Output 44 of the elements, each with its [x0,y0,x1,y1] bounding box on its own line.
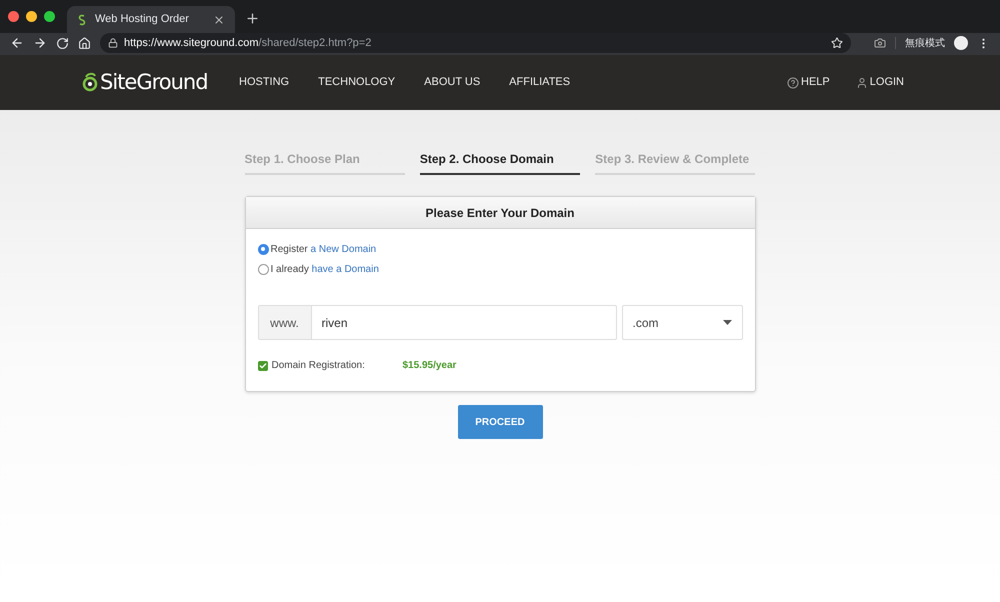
new-tab-icon[interactable] [245,11,260,26]
registration-price: $15.95/year [402,359,456,373]
radio-button[interactable] [258,244,268,254]
camera-icon[interactable] [874,37,886,49]
card-title: Please Enter Your Domain [246,197,754,229]
option-label: Register a New Domain [270,242,376,256]
tld-select[interactable]: .com [622,305,742,340]
maximize-window-icon[interactable] [44,11,55,22]
domain-input-field[interactable]: www. riven [258,305,616,340]
caret-icon [722,320,732,325]
login-link[interactable]: LOGIN [856,74,904,91]
domain-value: riven [320,314,348,332]
forward-icon[interactable] [33,36,47,50]
address-field[interactable]: https://www.siteground.com/shared/step2.htm?p=2 [100,33,851,53]
www-prefix: www. [258,306,312,339]
option-label: I already have a Domain [270,262,379,276]
incognito-label: 無痕模式 [905,36,945,50]
home-icon[interactable] [78,36,91,50]
nav-link[interactable]: HOSTING [239,74,290,91]
lock-icon [108,38,118,48]
browser-tab[interactable]: Web Hosting Order [67,6,235,33]
radio-button[interactable] [258,264,268,274]
minimize-window-icon[interactable] [26,11,37,22]
checkbox[interactable] [258,360,268,370]
logo-text[interactable]: SiteGround [100,66,208,98]
registration-label: Domain Registration: [272,359,366,373]
option-link[interactable]: a New Domain [310,244,376,254]
help-icon [787,76,800,88]
url-text: https://www.siteground.com/shared/step2.htm?p=2 [124,36,372,51]
close-window-icon[interactable] [8,11,19,22]
close-tab-icon[interactable] [213,14,225,26]
nav-link[interactable]: AFFILIATES [509,74,570,91]
nav-link[interactable]: TECHNOLOGY [318,74,396,91]
nav-link[interactable]: ABOUT US [424,74,480,91]
proceed-button[interactable]: PROCEED [458,405,542,439]
bookmark-star-icon[interactable] [831,37,843,49]
tab-title: Web Hosting Order [95,12,190,28]
option-link[interactable]: have a Domain [312,264,379,274]
swirl-icon [77,14,87,26]
back-icon[interactable] [10,36,24,50]
user-icon [856,76,868,88]
help-link[interactable]: HELP [787,74,830,91]
reload-icon[interactable] [56,36,69,50]
logo-swirl-icon [82,72,98,94]
